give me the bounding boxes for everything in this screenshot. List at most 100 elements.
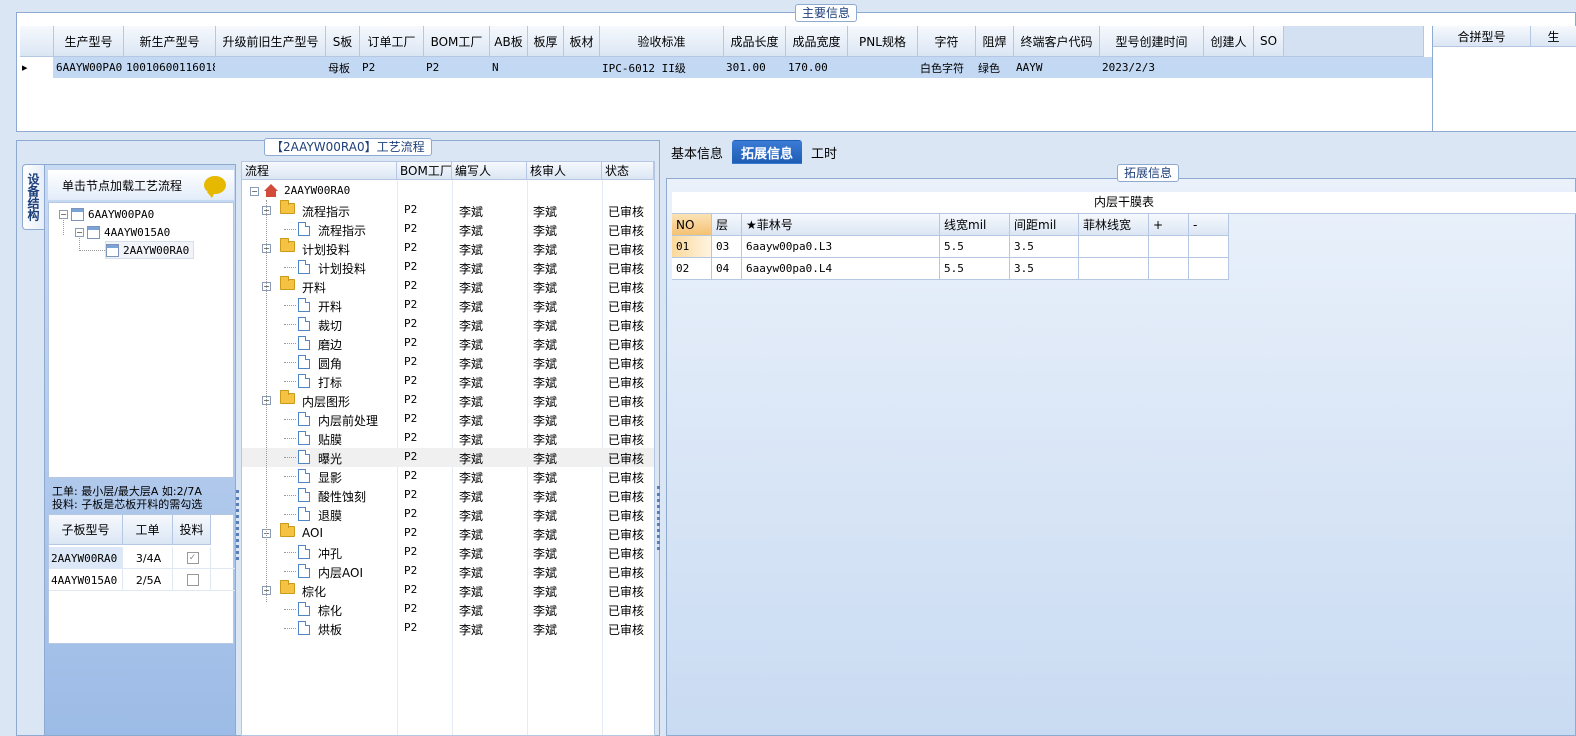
tree-node-selected[interactable]: 2AAYW00RA0	[105, 241, 195, 259]
dm-col-space[interactable]: 间距mil	[1010, 214, 1079, 236]
process-row[interactable]: 磨边 P2 李斌 李斌 已审核	[242, 334, 654, 353]
main-cell[interactable]	[216, 57, 326, 78]
main-info-grid[interactable]: 生产型号 新生产型号 升级前旧生产型号 S板 订单工厂 BOM工厂 AB板 板厚 板材 验收标准成…	[20, 26, 1432, 131]
tab-basic-info[interactable]: 基本信息	[662, 140, 732, 164]
main-col-header[interactable]: 阻焊	[976, 26, 1014, 57]
main-col-header[interactable]: S板	[326, 26, 360, 57]
sub-feed-cell[interactable]	[173, 569, 211, 591]
sub-col-feed[interactable]: 投料	[173, 515, 211, 545]
main-col-header[interactable]: AB板	[490, 26, 528, 57]
main-col-header[interactable]: 成品宽度	[786, 26, 848, 57]
tree-node[interactable]: − 6AAYW00PA0	[59, 205, 154, 223]
proc-col-writer[interactable]: 编写人	[452, 162, 527, 180]
process-row[interactable]: 计划投料 P2 李斌 李斌 已审核	[242, 258, 654, 277]
main-col-header[interactable]: 成品长度	[724, 26, 786, 57]
main-col-header[interactable]: PNL规格	[848, 26, 918, 57]
tree-node[interactable]: − 4AAYW015A0	[75, 223, 170, 241]
process-row[interactable]: − 计划投料 P2 李斌 李斌 已审核	[242, 238, 654, 258]
sub-col-order[interactable]: 工单	[123, 515, 173, 545]
main-cell[interactable]: IPC-6012 II级	[600, 57, 724, 78]
process-row[interactable]: − 流程指示 P2 李斌 李斌 已审核	[242, 200, 654, 220]
main-col-header[interactable]: 板厚	[528, 26, 564, 57]
main-cell[interactable]: P2	[360, 57, 424, 78]
dm-col-layer[interactable]: 层	[712, 214, 742, 236]
dm-remove-button[interactable]: -	[1189, 214, 1229, 236]
process-root-row[interactable]: − 2AAYW00RA0	[242, 182, 654, 201]
process-row[interactable]: − 棕化 P2 李斌 李斌 已审核	[242, 580, 654, 600]
sub-feed-cell[interactable]: ✓	[173, 547, 211, 569]
process-row[interactable]: 酸性蚀刻 P2 李斌 李斌 已审核	[242, 486, 654, 505]
main-cell[interactable]: 301.00	[724, 57, 786, 78]
process-row[interactable]: 裁切 P2 李斌 李斌 已审核	[242, 315, 654, 334]
structure-tree[interactable]: − 6AAYW00PA0 − 4AAYW015A0 2AAYW00RA0	[48, 202, 234, 478]
process-row[interactable]: 内层前处理 P2 李斌 李斌 已审核	[242, 410, 654, 429]
tab-extended-info[interactable]: 拓展信息	[732, 140, 803, 164]
proc-col-bom[interactable]: BOM工厂	[397, 162, 452, 180]
main-col-header[interactable]: 订单工厂	[360, 26, 424, 57]
sub-grid-row[interactable]: 4AAYW015A0 2/5A	[49, 569, 235, 591]
main-cell[interactable]	[528, 57, 564, 78]
tab-work-hours[interactable]: 工时	[802, 140, 846, 164]
feed-checkbox-checked[interactable]: ✓	[186, 552, 199, 564]
main-col-header[interactable]: 型号创建时间	[1100, 26, 1204, 57]
proc-col-flow[interactable]: 流程	[242, 162, 397, 180]
main-cell[interactable]: 绿色	[976, 57, 1014, 78]
collapse-icon[interactable]: −	[59, 209, 68, 219]
sub-model-cell[interactable]: 2AAYW00RA0	[49, 547, 123, 569]
sub-board-grid[interactable]: 子板型号 工单 投料 2AAYW00RA0 3/4A ✓ 4AAYW015A0 …	[48, 514, 235, 644]
process-row[interactable]: 打标 P2 李斌 李斌 已审核	[242, 372, 654, 391]
main-cell[interactable]: 170.00	[786, 57, 848, 78]
sub-order-cell[interactable]: 3/4A	[123, 547, 173, 569]
main-col-header[interactable]: 验收标准	[600, 26, 724, 57]
process-row[interactable]: − 内层图形 P2 李斌 李斌 已审核	[242, 390, 654, 410]
main-cell[interactable]: 6AAYW00PA0	[54, 57, 124, 78]
center-splitter-handle[interactable]	[657, 486, 660, 550]
main-col-header[interactable]: 生产型号	[54, 26, 124, 57]
process-row[interactable]: 内层AOI P2 李斌 李斌 已审核	[242, 562, 654, 581]
sub-order-cell[interactable]: 2/5A	[123, 569, 173, 591]
process-row[interactable]: 显影 P2 李斌 李斌 已审核	[242, 467, 654, 486]
dm-col-no[interactable]: NO	[672, 214, 712, 236]
process-row[interactable]: 冲孔 P2 李斌 李斌 已审核	[242, 543, 654, 562]
main-cell[interactable]	[564, 57, 600, 78]
proc-col-reviewer[interactable]: 核审人	[527, 162, 602, 180]
process-row[interactable]: 曝光 P2 李斌 李斌 已审核	[242, 448, 654, 467]
sub-col-model[interactable]: 子板型号	[49, 515, 123, 545]
process-row[interactable]: 开料 P2 李斌 李斌 已审核	[242, 296, 654, 315]
main-col-header[interactable]: 升级前旧生产型号	[216, 26, 326, 57]
dry-film-row[interactable]: 01 03 6aayw00pa0.L3 5.5 3.5	[672, 236, 1229, 258]
process-row[interactable]: 退膜 P2 李斌 李斌 已审核	[242, 505, 654, 524]
main-col-header[interactable]: BOM工厂	[424, 26, 490, 57]
process-row[interactable]: 棕化 P2 李斌 李斌 已审核	[242, 600, 654, 619]
process-row[interactable]: − AOI P2 李斌 李斌 已审核	[242, 523, 654, 543]
main-cell[interactable]	[848, 57, 918, 78]
main-col-header[interactable]: 终端客户代码	[1014, 26, 1100, 57]
main-col-header[interactable]: 字符	[918, 26, 976, 57]
main-col-header[interactable]: 创建人	[1204, 26, 1254, 57]
feed-checkbox[interactable]	[186, 574, 199, 586]
dry-film-row[interactable]: 02 04 6aayw00pa0.L4 5.5 3.5	[672, 258, 1229, 280]
grid-corner[interactable]	[20, 26, 54, 57]
row-indicator-icon[interactable]: ▸	[20, 57, 54, 78]
process-row[interactable]: − 开料 P2 李斌 李斌 已审核	[242, 276, 654, 296]
main-cell[interactable]: 母板	[326, 57, 360, 78]
main-cell[interactable]	[1204, 57, 1254, 78]
process-tree-grid[interactable]: 流程 BOM工厂 编写人 核审人 状态 − 2AAYW00RA0 − 流程指示 P2…	[241, 161, 655, 736]
merge-model-panel[interactable]: 合拼型号 生	[1432, 26, 1576, 131]
dm-col-film-width[interactable]: 菲林线宽	[1079, 214, 1149, 236]
collapse-icon[interactable]: −	[75, 227, 84, 237]
sub-model-cell[interactable]: 4AAYW015A0	[49, 569, 123, 591]
dm-add-button[interactable]: +	[1149, 214, 1189, 236]
main-cell[interactable]: 白色字符	[918, 57, 976, 78]
speech-bubble-icon[interactable]	[204, 176, 226, 198]
sub-grid-row[interactable]: 2AAYW00RA0 3/4A ✓	[49, 547, 235, 569]
main-cell[interactable]: 10010600116018	[124, 57, 216, 78]
main-grid-row[interactable]: ▸ 6AAYW00PA0 10010600116018 母板 P2 P2 N IPC-6012…	[20, 57, 1432, 78]
main-cell[interactable]	[1254, 57, 1284, 78]
main-col-header[interactable]: 板材	[564, 26, 600, 57]
collapse-icon[interactable]: −	[250, 187, 259, 196]
process-row[interactable]: 烘板 P2 李斌 李斌 已审核	[242, 619, 654, 638]
proc-col-status[interactable]: 状态	[602, 162, 654, 180]
process-row[interactable]: 圆角 P2 李斌 李斌 已审核	[242, 353, 654, 372]
left-splitter-handle[interactable]	[236, 490, 239, 560]
